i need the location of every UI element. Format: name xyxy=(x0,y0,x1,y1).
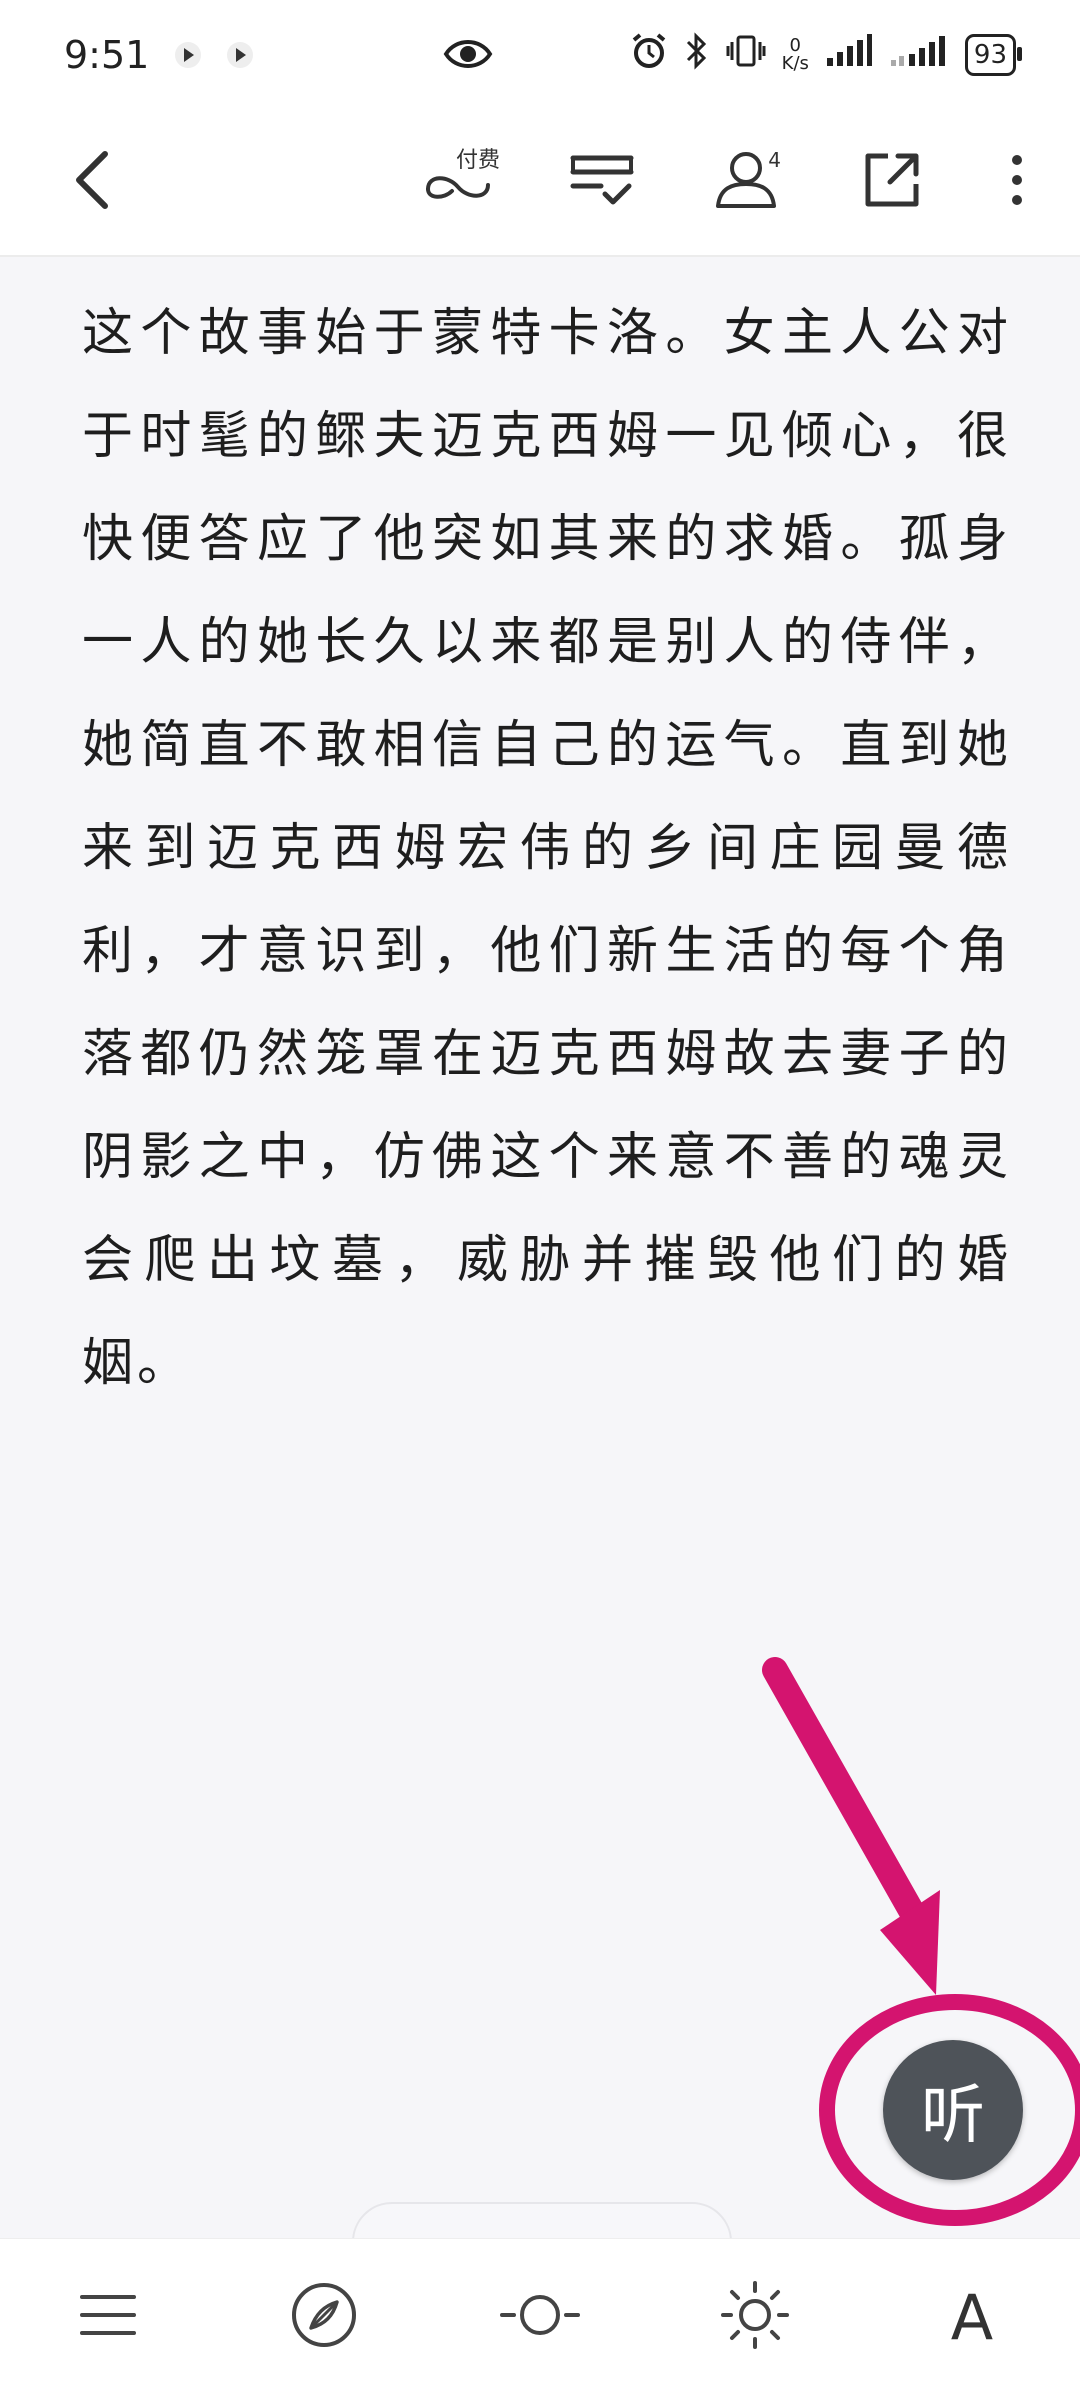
menu-icon xyxy=(78,2291,138,2343)
discover-button[interactable] xyxy=(284,2277,364,2357)
readers-button[interactable]: 4 xyxy=(705,140,789,224)
media-notification-icon xyxy=(175,42,202,68)
paid-listen-button[interactable]: 付费 xyxy=(400,140,520,224)
progress-slider-icon xyxy=(500,2290,580,2344)
status-bar: 9:51 0 K/s 93 xyxy=(0,0,1080,110)
chevron-left-icon xyxy=(69,148,119,216)
brightness-button[interactable] xyxy=(715,2277,795,2357)
book-text: 这个故事始于蒙特卡洛。女主人公对于时髦的鳏夫迈克西姆一见倾心，很快便答应了他突如… xyxy=(82,304,1012,1393)
battery-indicator: 93 xyxy=(964,34,1023,76)
chapter-list-button[interactable] xyxy=(560,140,644,224)
sun-icon xyxy=(719,2279,791,2355)
share-icon xyxy=(862,150,922,214)
signal-icon xyxy=(825,34,873,76)
net-speed: 0 K/s xyxy=(781,35,809,74)
alarm-icon xyxy=(630,32,668,78)
eye-icon xyxy=(442,28,494,89)
back-button[interactable] xyxy=(52,140,136,224)
reader-count: 4 xyxy=(768,148,781,172)
pay-label: 付费 xyxy=(456,148,501,173)
bluetooth-icon xyxy=(684,32,710,78)
list-check-icon xyxy=(567,150,637,214)
reader-toolbar: 付费 4 xyxy=(0,110,1080,257)
annotation-arrow xyxy=(762,1657,940,1995)
more-vertical-icon xyxy=(1007,150,1027,214)
media-notification-icon-2 xyxy=(227,42,254,68)
compass-icon xyxy=(289,2280,359,2354)
font-settings-button[interactable]: A xyxy=(932,2277,1012,2357)
more-button[interactable] xyxy=(975,140,1059,224)
listen-button[interactable]: 听 xyxy=(883,2040,1023,2180)
progress-button[interactable] xyxy=(500,2277,580,2357)
catalog-button[interactable] xyxy=(68,2277,148,2357)
status-time: 9:51 xyxy=(64,33,150,77)
vibrate-icon xyxy=(726,32,766,78)
share-button[interactable] xyxy=(850,140,934,224)
signal-icon-2 xyxy=(889,34,949,76)
reader-bottom-bar: A xyxy=(0,2238,1080,2388)
